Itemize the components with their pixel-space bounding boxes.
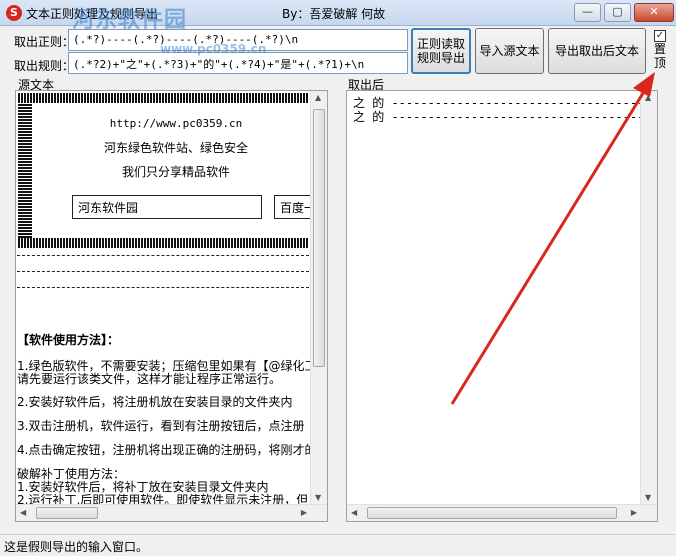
annotation-arrow	[450, 72, 655, 405]
status-bar: 这是假则导出的输入窗口。	[0, 534, 676, 556]
annotation-arrow-head	[633, 72, 655, 97]
annotation-arrow-line	[450, 89, 647, 405]
